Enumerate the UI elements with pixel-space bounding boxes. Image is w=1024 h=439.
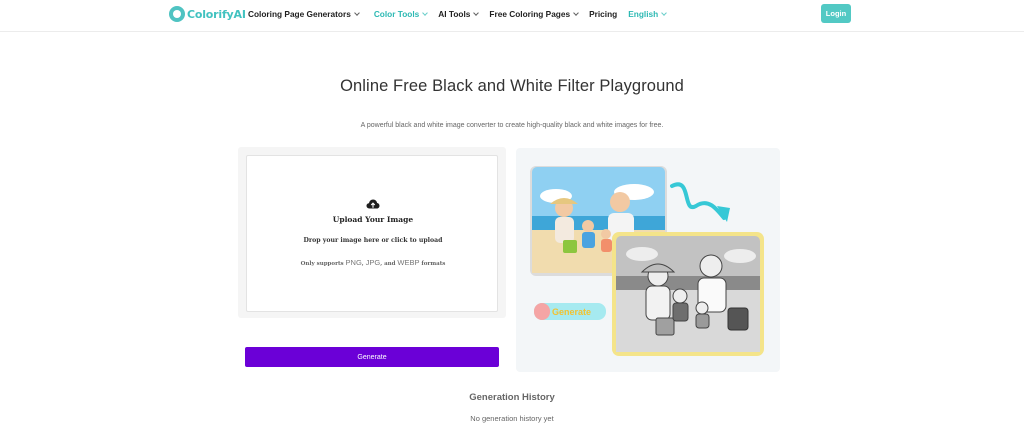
chevron-down-icon (353, 10, 360, 16)
format-webp: WEBP (397, 258, 420, 267)
nav-label: Free Coloring Pages (489, 9, 571, 19)
nav-pricing[interactable]: Pricing (589, 9, 617, 19)
upload-title: Upload Your Image (332, 215, 414, 224)
chevron-down-icon (661, 10, 668, 16)
nav-free-coloring-pages[interactable]: Free Coloring Pages (489, 9, 579, 19)
format-separator: , and (380, 261, 398, 267)
upload-instructions: Drop your image here or click to upload (303, 237, 443, 244)
generate-badge: Generate (534, 303, 606, 320)
example-preview: Generate (516, 148, 780, 372)
upload-format-note: Only supports PNG, JPG, and WEBP formats (247, 258, 499, 267)
arrow-curve-icon (670, 182, 726, 220)
main-nav: Coloring Page Generators Color Tools AI … (248, 9, 668, 19)
generate-button[interactable]: Generate (245, 347, 499, 367)
upload-panel: Upload Your Image Drop your image here o… (238, 147, 506, 318)
history-empty-state: No generation history yet (470, 414, 554, 423)
login-button[interactable]: Login (821, 4, 851, 23)
brand-logo[interactable]: ColorifyAI (169, 5, 246, 23)
nav-label: English (628, 9, 659, 19)
chevron-down-icon (473, 10, 480, 16)
nav-color-tools[interactable]: Color Tools (373, 9, 429, 19)
nav-label: Coloring Page Generators (248, 9, 351, 19)
nav-label: Color Tools (373, 9, 420, 19)
format-note-prefix: Only supports (300, 261, 346, 267)
bw-photo (612, 232, 764, 356)
chevron-down-icon (422, 10, 429, 16)
nav-label: AI Tools (438, 9, 471, 19)
format-png: PNG (345, 258, 362, 267)
badge-label: Generate (552, 307, 591, 317)
language-selector[interactable]: English (628, 9, 668, 19)
format-jpg: JPG (365, 258, 381, 267)
logo-icon (169, 6, 185, 22)
chevron-down-icon (573, 10, 579, 16)
upload-dropzone[interactable]: Upload Your Image Drop your image here o… (246, 155, 498, 312)
nav-label: Pricing (589, 9, 618, 19)
nav-ai-tools[interactable]: AI Tools (438, 9, 480, 19)
format-note-suffix: formats (419, 261, 446, 267)
page-title: Online Free Black and White Filter Playg… (340, 77, 684, 95)
cloud-upload-icon (366, 199, 380, 209)
example-illustration: Generate (530, 166, 764, 356)
nav-coloring-page-generators[interactable]: Coloring Page Generators (248, 9, 360, 19)
brand-name: ColorifyAI (187, 7, 246, 21)
navbar: ColorifyAI Coloring Page Generators Colo… (0, 0, 1024, 32)
history-title: Generation History (469, 392, 555, 403)
page-subtitle: A powerful black and white image convert… (360, 122, 664, 129)
